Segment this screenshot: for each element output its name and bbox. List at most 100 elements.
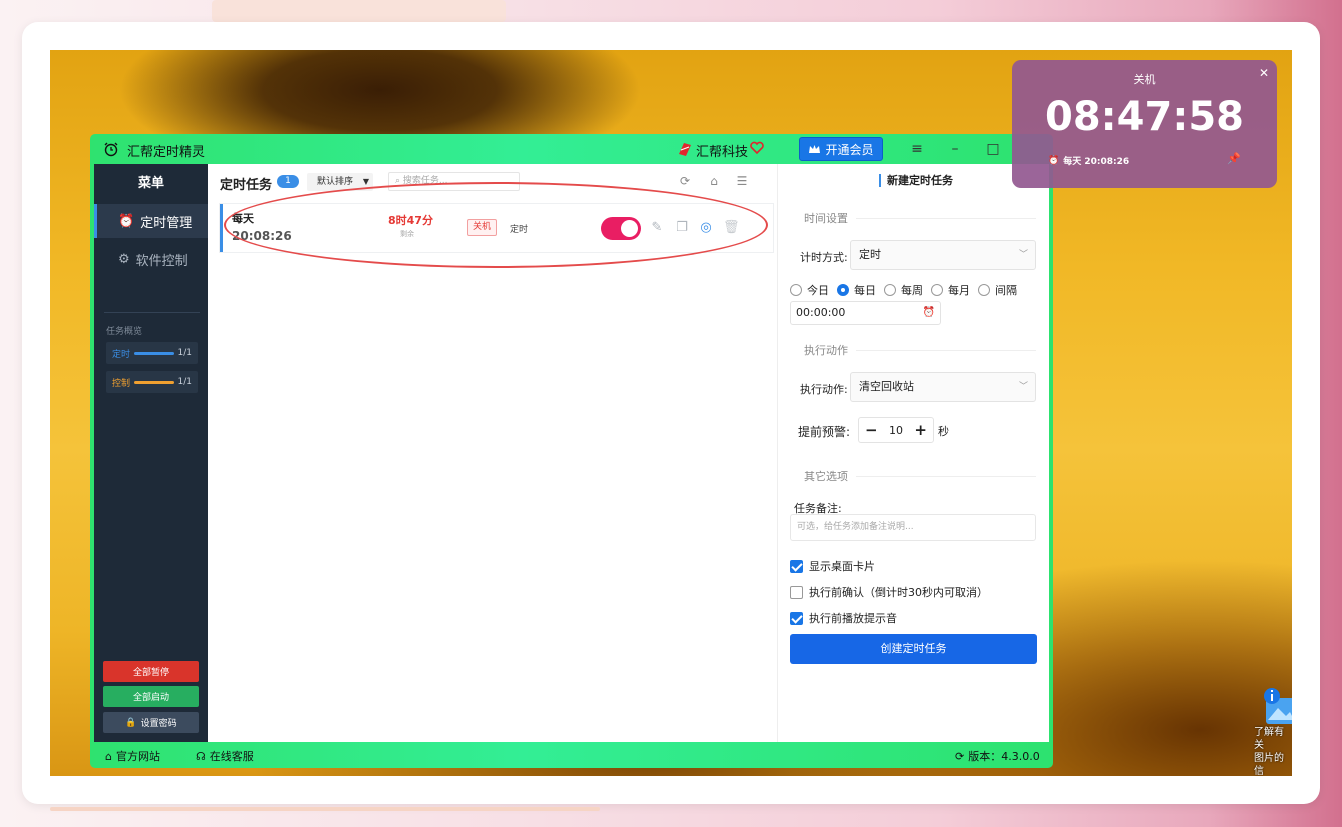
stat-timer: 定时 1/1: [106, 342, 198, 364]
mode-select[interactable]: 定时 ﹀: [850, 240, 1036, 270]
checkbox-confirm-before[interactable]: 执行前确认（倒计时30秒内可取消）: [790, 584, 988, 600]
stat-control: 控制 1/1: [106, 371, 198, 393]
section-label: 执行动作: [804, 344, 848, 357]
radio-label: 间隔: [995, 284, 1017, 297]
support-label: 在线客服: [209, 750, 254, 763]
set-password-label: 设置密码: [140, 719, 177, 729]
title-bar[interactable]: 汇帮定时精灵 汇帮科技 开通会员 ≡ – □: [90, 134, 1053, 164]
warn-value: 10: [889, 423, 903, 437]
status-bar: ⌂ 官方网站 ☊ 在线客服 ⟳ 版本：4.3.0.0: [90, 742, 1053, 768]
gear-icon: ⚙: [118, 251, 130, 267]
info-picture-icon[interactable]: [1260, 688, 1292, 728]
radio-today[interactable]: 今日: [790, 282, 829, 298]
chevron-down-icon: ﹀: [1018, 250, 1028, 260]
section-action: 执行动作: [790, 342, 1036, 358]
time-value: 00:00:00: [796, 306, 846, 319]
note-input[interactable]: 可选，给任务添加备注说明...: [790, 514, 1036, 541]
time-input[interactable]: 00:00:00 ⏰: [790, 301, 941, 325]
set-password-button[interactable]: 🔒 设置密码: [103, 712, 199, 733]
refresh-icon: ⟳: [955, 749, 965, 763]
card-schedule: 每天 20:08:26: [1063, 157, 1130, 167]
radio-weekly[interactable]: 每周: [884, 282, 923, 298]
refresh-icon[interactable]: ⟳: [677, 173, 693, 189]
website-link[interactable]: ⌂ 官方网站: [105, 748, 160, 764]
section-label: 时间设置: [804, 212, 848, 225]
alarm-icon: ⏰: [922, 307, 935, 318]
radio-monthly[interactable]: 每月: [931, 282, 970, 298]
action-value: 清空回收站: [859, 380, 914, 393]
frame-underline: [50, 807, 600, 811]
radio-daily[interactable]: 每日: [837, 282, 876, 298]
home-icon[interactable]: ⌂: [706, 173, 722, 189]
sidebar-item-timer-management[interactable]: ⏰ 定时管理: [94, 204, 208, 238]
desktop-icon-label-line2: 图片的信: [1254, 753, 1284, 776]
action-select[interactable]: 清空回收站 ﹀: [850, 372, 1036, 402]
sort-label: 默认排序: [317, 177, 354, 187]
minimize-icon[interactable]: –: [945, 140, 965, 158]
repeat-options: 今日 每日 每周 每月 间隔: [790, 282, 1017, 298]
app-title: 汇帮定时精灵: [127, 145, 206, 160]
list-icon[interactable]: ☰: [734, 173, 750, 189]
website-label: 官方网站: [115, 750, 160, 763]
desktop-countdown-card[interactable]: 关机 ✕ 08:47:58 ⏰ 每天 20:08:26 📌: [1012, 60, 1277, 188]
pin-icon[interactable]: 📌: [1227, 152, 1241, 165]
create-task-button[interactable]: 创建定时任务: [790, 634, 1037, 664]
stat-label: 定时: [112, 349, 131, 360]
sidebar-divider: [104, 312, 200, 313]
background-decoration: [212, 0, 506, 22]
card-clock: 08:47:58: [1045, 94, 1244, 140]
mode-value: 定时: [859, 248, 881, 261]
sidebar-header: 菜单: [137, 176, 164, 191]
plus-icon[interactable]: +: [914, 421, 927, 439]
minus-icon[interactable]: −: [865, 421, 878, 439]
note-placeholder: 可选，给任务添加备注说明...: [797, 522, 914, 532]
sidebar-item-label: 软件控制: [135, 253, 188, 269]
brand-logo-icon: [679, 143, 691, 156]
vip-label: 开通会员: [825, 142, 874, 157]
vip-button[interactable]: 开通会员: [799, 137, 883, 161]
mode-label: 计时方式:: [800, 251, 848, 264]
home-icon: ⌂: [105, 749, 112, 763]
warn-label: 提前预警:: [798, 425, 851, 439]
checkbox-play-sound[interactable]: 执行前播放提示音: [790, 610, 897, 626]
checkbox-label: 显示桌面卡片: [809, 560, 875, 573]
overview-title: 任务概览: [106, 327, 143, 337]
warn-unit: 秒: [938, 425, 949, 438]
panel-title: 新建定时任务: [879, 174, 953, 187]
checkbox-label: 执行前确认（倒计时30秒内可取消）: [809, 586, 988, 599]
radio-label: 今日: [807, 284, 829, 297]
stat-progress-bar: [134, 380, 174, 384]
start-all-button[interactable]: 全部启动: [103, 686, 199, 707]
brand-name: 汇帮科技: [696, 145, 749, 160]
sidebar-item-software-control[interactable]: ⚙ 软件控制: [94, 242, 208, 276]
radio-interval[interactable]: 间隔: [978, 282, 1017, 298]
new-task-panel: 新建定时任务 时间设置 计时方式: 定时 ﹀ 今日 每日 每周 每月 间隔 00…: [777, 164, 1049, 742]
headset-icon: ☊: [196, 749, 206, 763]
chevron-down-icon: ﹀: [1018, 382, 1028, 392]
checkbox-show-desktop-card[interactable]: 显示桌面卡片: [790, 558, 875, 574]
stat-label: 控制: [112, 378, 131, 389]
sidebar: 菜单 ⏰ 定时管理 ⚙ 软件控制 任务概览 定时 1/1 控制 1/1 全部暂停…: [94, 164, 208, 742]
stat-progress-bar: [134, 351, 174, 355]
alarm-clock-icon: [104, 142, 118, 157]
page-title: 定时任务: [220, 178, 273, 193]
close-icon[interactable]: ✕: [1259, 66, 1269, 80]
create-task-label: 创建定时任务: [880, 642, 947, 655]
pause-all-label: 全部暂停: [132, 668, 169, 678]
radio-label: 每月: [948, 284, 970, 297]
menu-icon[interactable]: ≡: [907, 140, 927, 158]
alarm-clock-icon: ⏰: [118, 213, 135, 229]
stat-count: 1/1: [177, 348, 192, 358]
pause-all-button[interactable]: 全部暂停: [103, 661, 199, 682]
section-label: 其它选项: [804, 470, 848, 483]
stat-count: 1/1: [177, 377, 192, 387]
sidebar-item-label: 定时管理: [140, 215, 193, 231]
desktop-icon-label-line1: 了解有关: [1254, 727, 1284, 751]
warn-stepper[interactable]: − 10 +: [858, 417, 934, 443]
lock-icon: 🔒: [125, 717, 137, 728]
maximize-icon[interactable]: □: [983, 140, 1003, 158]
support-link[interactable]: ☊ 在线客服: [196, 748, 254, 764]
start-all-label: 全部启动: [132, 693, 169, 703]
checkbox-label: 执行前播放提示音: [809, 612, 897, 625]
task-count-badge: 1: [277, 175, 299, 188]
